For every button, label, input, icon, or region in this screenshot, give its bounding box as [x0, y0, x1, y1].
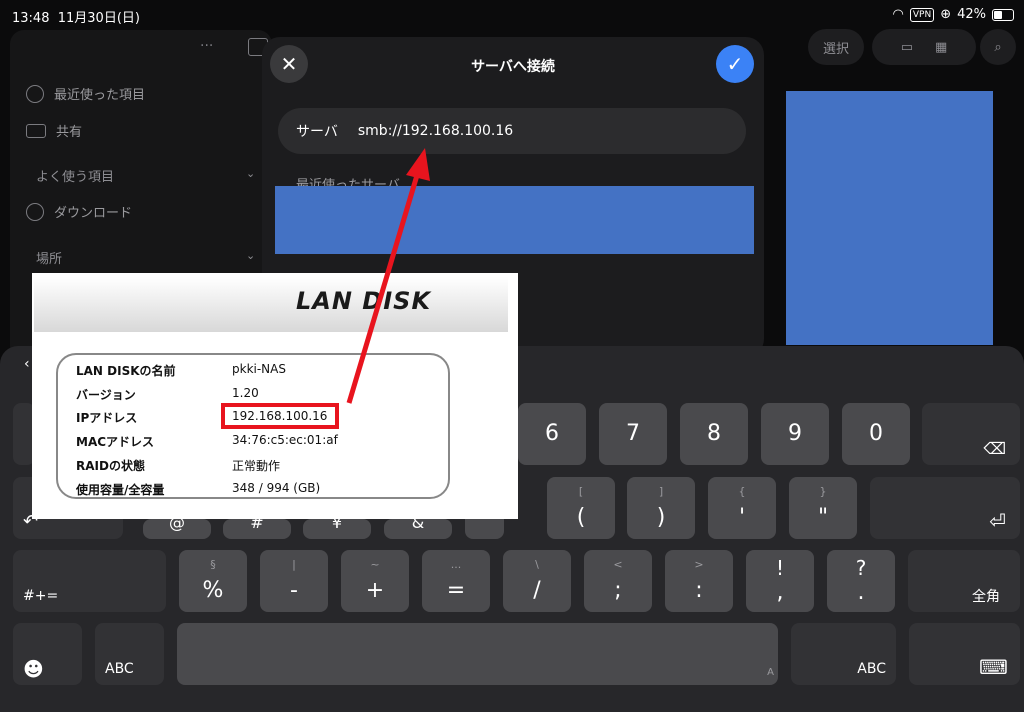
red-arrow-annotation	[346, 148, 430, 404]
